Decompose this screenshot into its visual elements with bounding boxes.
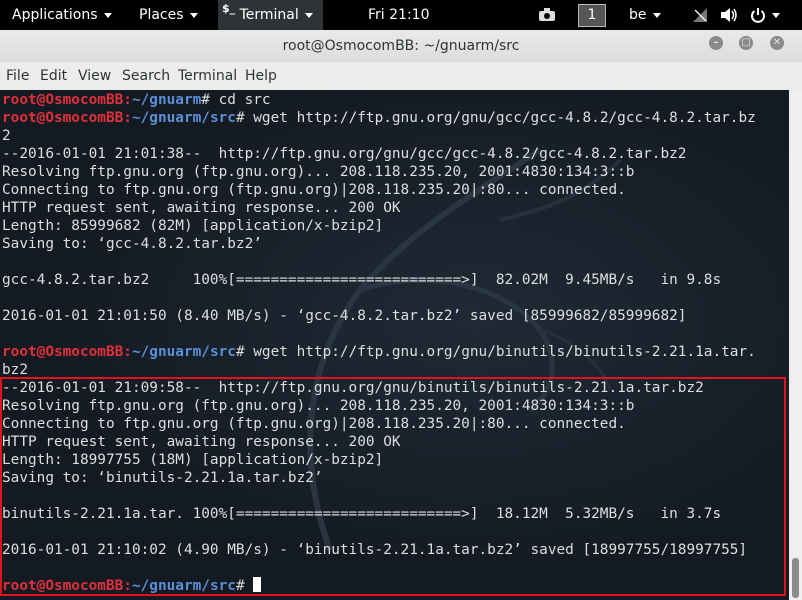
menu-file[interactable]: File (6, 62, 29, 90)
prompt-path: ~/gnuarm (131, 92, 202, 108)
applications-label: Applications (12, 7, 98, 23)
prompt-user: root@OsmocomBB (2, 344, 124, 360)
maximize-button[interactable]: □ (739, 36, 753, 50)
clock[interactable]: Fri 21:10 (368, 0, 429, 30)
menu-help[interactable]: Help (245, 62, 277, 90)
output-line: HTTP request sent, awaiting response... … (2, 200, 401, 216)
terminal-output[interactable]: root@OsmocomBB:~/gnuarm# cd src root@Osmo… (0, 90, 789, 600)
close-button[interactable]: ✕ (770, 36, 784, 50)
power-icon (750, 7, 766, 23)
network-off-icon[interactable] (692, 0, 708, 30)
menubar: File Edit View Search Terminal Help (0, 62, 802, 91)
chevron-down-icon (304, 12, 313, 18)
command-text: wget http://ftp.gnu.org/gnu/gcc/gcc-4.8.… (244, 110, 756, 126)
minimize-button[interactable]: – (709, 36, 723, 50)
prompt-line: root@OsmocomBB:~/gnuarm/src# wget http:/… (2, 110, 756, 126)
text-cursor (253, 577, 262, 592)
output-line: --2016-01-01 21:09:58-- http://ftp.gnu.o… (2, 380, 704, 396)
menu-edit[interactable]: Edit (40, 62, 67, 90)
chevron-down-icon (652, 12, 661, 18)
volume-icon[interactable] (720, 0, 738, 30)
output-line: Length: 85999682 (82M) [application/x-bz… (2, 218, 384, 234)
prompt-line: root@OsmocomBB:~/gnuarm# cd src (2, 92, 271, 108)
prompt-user: root@OsmocomBB (2, 110, 124, 126)
window-title: root@OsmocomBB: ~/gnuarm/src (282, 38, 520, 54)
output-line: binutils-2.21.1a.tar. 100%[=============… (2, 506, 722, 522)
prompt-path: ~/gnuarm/src (131, 578, 236, 594)
prompt-line: root@OsmocomBB:~/gnuarm/src# (2, 577, 262, 595)
output-line: Resolving ftp.gnu.org (ftp.gnu.org)... 2… (2, 164, 635, 180)
output-line: Resolving ftp.gnu.org (ftp.gnu.org)... 2… (2, 398, 635, 414)
command-text: cd src (209, 92, 271, 108)
prompt-line: root@OsmocomBB:~/gnuarm/src# wget http:/… (2, 344, 756, 360)
chevron-down-icon (103, 12, 112, 18)
camera-icon[interactable] (538, 0, 556, 30)
command-text (245, 578, 254, 594)
output-line: HTTP request sent, awaiting response... … (2, 434, 401, 450)
prompt-user: root@OsmocomBB (2, 92, 124, 108)
power-menu[interactable] (750, 0, 780, 30)
output-line: Connecting to ftp.gnu.org (ftp.gnu.org)|… (2, 182, 626, 198)
window-titlebar[interactable]: root@OsmocomBB: ~/gnuarm/src – □ ✕ (0, 30, 802, 62)
output-line: Saving to: ‘binutils-2.21.1a.tar.bz2’ (2, 470, 323, 486)
menu-terminal[interactable]: Terminal (178, 62, 237, 90)
scrollbar-thumb[interactable] (792, 558, 799, 598)
menu-search[interactable]: Search (122, 62, 170, 90)
chevron-down-icon (772, 12, 780, 18)
output-line: --2016-01-01 21:01:38-- http://ftp.gnu.o… (2, 146, 687, 162)
prompt-user: root@OsmocomBB (2, 578, 124, 594)
output-line: Saving to: ‘gcc-4.8.2.tar.bz2’ (2, 236, 262, 252)
prompt-path: ~/gnuarm/src (131, 110, 236, 126)
output-line: gcc-4.8.2.tar.bz2 100%[=================… (2, 272, 722, 288)
terminal-scrollbar[interactable] (789, 90, 802, 600)
places-menu[interactable]: Places (139, 0, 198, 30)
output-line: bz2 (2, 362, 28, 378)
places-label: Places (139, 7, 184, 23)
workspace-switcher[interactable]: 1 (578, 4, 606, 27)
prompt-path: ~/gnuarm/src (131, 344, 236, 360)
command-text: wget http://ftp.gnu.org/gnu/binutils/bin… (244, 344, 756, 360)
chevron-down-icon (189, 12, 198, 18)
output-line: Length: 18997755 (18M) [application/x-bz… (2, 452, 384, 468)
output-line: 2016-01-01 21:01:50 (8.40 MB/s) - ‘gcc-4… (2, 308, 687, 324)
output-line: 2 (2, 128, 11, 144)
keyboard-layout-label: be (629, 7, 647, 23)
top-panel: Applications Places $_ Terminal Fri 21:1… (0, 0, 802, 30)
output-line: Connecting to ftp.gnu.org (ftp.gnu.org)|… (2, 416, 626, 432)
output-line: 2016-01-01 21:10:02 (4.90 MB/s) - ‘binut… (2, 542, 748, 558)
keyboard-layout-menu[interactable]: be (629, 0, 661, 30)
terminal-icon: $_ (222, 2, 236, 15)
menu-view[interactable]: View (78, 62, 111, 90)
applications-menu[interactable]: Applications (12, 0, 112, 30)
terminal-app-menu[interactable]: $_ Terminal (218, 0, 323, 30)
terminal-app-label: Terminal (239, 7, 299, 23)
